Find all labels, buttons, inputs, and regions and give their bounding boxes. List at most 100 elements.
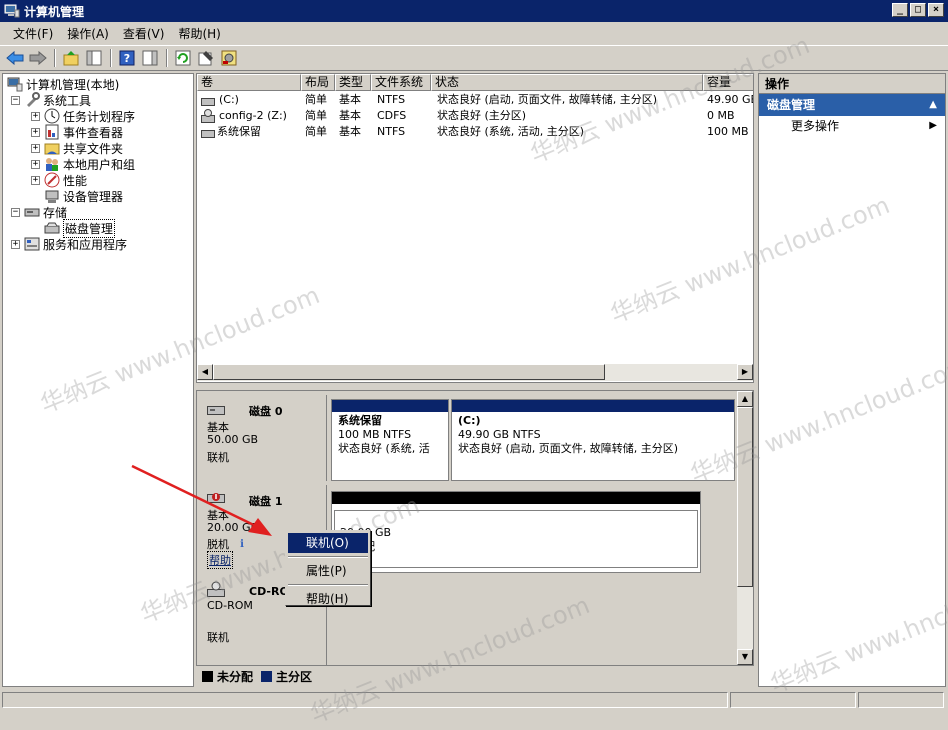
menu-action[interactable]: 操作(A) bbox=[60, 25, 116, 42]
cell-status: 状态良好 (主分区) bbox=[437, 109, 527, 122]
menu-item-online[interactable]: 联机(O) bbox=[288, 533, 368, 553]
column-header-status[interactable]: 状态 bbox=[431, 74, 703, 91]
menu-item-properties[interactable]: 属性(P) bbox=[288, 561, 368, 581]
scroll-right-button[interactable]: ▶ bbox=[737, 364, 753, 380]
tree-label: 本地用户和组 bbox=[63, 157, 136, 172]
tree-item-task-scheduler[interactable]: + 任务计划程序 bbox=[31, 108, 135, 124]
tree-item-services[interactable]: + 服务和应用程序 bbox=[11, 236, 127, 252]
tree-label: 性能 bbox=[63, 173, 88, 188]
status-cell-main bbox=[2, 692, 728, 708]
expand-toggle[interactable]: + bbox=[11, 239, 20, 249]
up-level-button[interactable] bbox=[60, 47, 82, 69]
scroll-thumb[interactable] bbox=[737, 407, 753, 587]
partition-type-bar bbox=[332, 492, 700, 504]
collapse-triangle-icon[interactable]: ▲ bbox=[929, 94, 937, 116]
cell-capacity: 0 MB bbox=[707, 109, 735, 122]
annotation-arrow-icon bbox=[131, 464, 272, 536]
cell-type: 基本 bbox=[339, 109, 361, 122]
tree-label: 系统工具 bbox=[43, 93, 92, 108]
expand-toggle[interactable]: + bbox=[31, 159, 40, 169]
menu-separator bbox=[288, 584, 368, 586]
column-header-filesystem[interactable]: 文件系统 bbox=[371, 74, 431, 91]
tree-label: 设备管理器 bbox=[63, 189, 124, 204]
expand-toggle[interactable]: + bbox=[31, 111, 40, 121]
expand-toggle[interactable]: + bbox=[31, 175, 40, 185]
tree-item-shared-folders[interactable]: + 共享文件夹 bbox=[31, 140, 123, 156]
device-manager-icon bbox=[45, 190, 59, 203]
collapse-toggle[interactable]: − bbox=[11, 95, 20, 105]
disk-name: 磁盘 0 bbox=[249, 405, 283, 418]
menu-view[interactable]: 查看(V) bbox=[116, 25, 172, 42]
column-header-capacity[interactable]: 容量 bbox=[703, 74, 753, 91]
minimize-button[interactable]: _ bbox=[892, 3, 908, 17]
toolbar: ? bbox=[0, 45, 948, 71]
tree-label: 事件查看器 bbox=[63, 125, 124, 140]
tree-item-disk-management[interactable]: 磁盘管理 bbox=[44, 218, 116, 238]
cell-type: 基本 bbox=[339, 125, 361, 138]
disk-size: 50.00 GB bbox=[207, 433, 259, 446]
menu-file[interactable]: 文件(F) bbox=[6, 25, 60, 42]
expand-toggle[interactable]: + bbox=[31, 127, 40, 137]
storage-icon bbox=[24, 208, 40, 217]
tree-item-local-users[interactable]: + 本地用户和组 bbox=[31, 156, 135, 172]
tree-label: 计算机管理(本地) bbox=[26, 77, 120, 92]
disk-settings-button[interactable] bbox=[218, 47, 240, 69]
cell-layout: 简单 bbox=[305, 109, 327, 122]
tree-item-device-manager[interactable]: 设备管理器 bbox=[44, 188, 123, 204]
help-button[interactable]: ? bbox=[116, 47, 138, 69]
toolbar-separator bbox=[54, 49, 56, 67]
drive-icon bbox=[201, 130, 215, 138]
menu-item-help[interactable]: 帮助(H) bbox=[288, 589, 368, 609]
disk-view-vscrollbar[interactable]: ▲ ▼ bbox=[737, 391, 753, 665]
legend-primary: 主分区 bbox=[276, 669, 313, 684]
scroll-down-button[interactable]: ▼ bbox=[737, 649, 753, 665]
volume-list-hscrollbar[interactable]: ◀ ▶ bbox=[197, 364, 753, 381]
more-actions-item[interactable]: 更多操作 ▶ bbox=[759, 116, 945, 136]
refresh-button[interactable] bbox=[172, 47, 194, 69]
show-hide-tree-button[interactable] bbox=[83, 47, 105, 69]
clock-icon bbox=[44, 108, 60, 124]
cell-type: 基本 bbox=[339, 93, 361, 106]
window-title: 计算机管理 bbox=[24, 4, 85, 19]
column-header-type[interactable]: 类型 bbox=[335, 74, 371, 91]
partition-size: 100 MB NTFS bbox=[338, 428, 412, 441]
back-arrow-icon bbox=[6, 51, 24, 65]
actions-section-disk-management[interactable]: 磁盘管理 ▲ bbox=[759, 94, 945, 116]
forward-button[interactable] bbox=[27, 47, 49, 69]
back-button[interactable] bbox=[4, 47, 26, 69]
performance-icon bbox=[44, 172, 60, 188]
close-button[interactable]: × bbox=[928, 3, 944, 17]
scroll-left-button[interactable]: ◀ bbox=[197, 364, 213, 380]
tree-item-system-tools[interactable]: − 系统工具 bbox=[11, 92, 91, 108]
status-bar bbox=[0, 690, 948, 710]
show-hide-action-pane-button[interactable] bbox=[139, 47, 161, 69]
computer-management-icon bbox=[7, 77, 23, 92]
restore-button[interactable]: □ bbox=[910, 3, 926, 17]
scroll-thumb[interactable] bbox=[213, 364, 605, 380]
tree-item-storage[interactable]: − 存储 bbox=[11, 204, 67, 220]
tree-item-event-viewer[interactable]: + 事件查看器 bbox=[31, 124, 123, 140]
partition-system-reserved[interactable]: 系统保留 100 MB NTFS 状态良好 (系统, 活 bbox=[331, 399, 449, 481]
cell-filesystem: NTFS bbox=[377, 93, 406, 106]
scroll-up-button[interactable]: ▲ bbox=[737, 391, 753, 407]
help-link[interactable]: 帮助 bbox=[207, 551, 233, 569]
partition-name: (C:) bbox=[458, 414, 481, 427]
partition-c[interactable]: (C:) 49.90 GB NTFS 状态良好 (启动, 页面文件, 故障转储,… bbox=[451, 399, 735, 481]
column-header-volume[interactable]: 卷 bbox=[197, 74, 301, 91]
drive-icon bbox=[201, 98, 215, 106]
cell-capacity: 49.90 GB bbox=[707, 93, 754, 106]
cell-volume: 系统保留 bbox=[217, 125, 261, 138]
services-icon bbox=[24, 237, 40, 251]
menu-help[interactable]: 帮助(H) bbox=[171, 25, 227, 42]
title-bar[interactable]: 计算机管理 _ □ × bbox=[0, 0, 948, 22]
console-tree: 计算机管理(本地) − 系统工具 + 任务计划程序 + 事件查看器 + 共享文件… bbox=[2, 73, 194, 687]
partition-unallocated[interactable]: 20.00 GB 配 bbox=[331, 491, 701, 573]
column-header-layout[interactable]: 布局 bbox=[301, 74, 335, 91]
tree-item-performance[interactable]: + 性能 bbox=[31, 172, 87, 188]
expand-toggle[interactable]: + bbox=[31, 143, 40, 153]
cell-layout: 简单 bbox=[305, 125, 327, 138]
cell-filesystem: NTFS bbox=[377, 125, 406, 138]
properties-button[interactable] bbox=[195, 47, 217, 69]
tree-item-root[interactable]: 计算机管理(本地) bbox=[7, 76, 119, 92]
collapse-toggle[interactable]: − bbox=[11, 207, 20, 217]
